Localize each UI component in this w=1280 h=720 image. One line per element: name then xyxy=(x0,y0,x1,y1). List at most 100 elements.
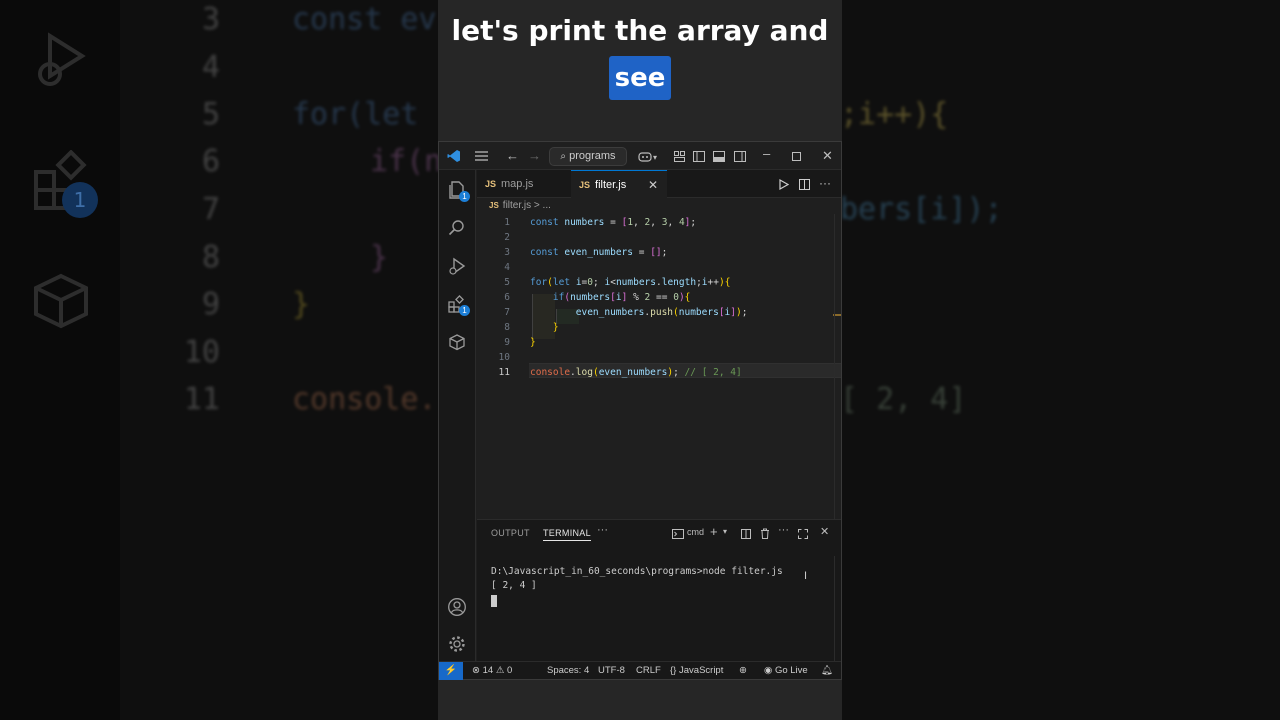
language-label: JavaScript xyxy=(679,665,724,676)
line-number: 3 xyxy=(504,247,510,258)
trash-icon[interactable] xyxy=(760,528,770,539)
editor-tabs: JS map.js JS filter.js ✕ ··· xyxy=(477,170,841,198)
error-count: 14 xyxy=(482,665,494,676)
split-editor-icon[interactable] xyxy=(799,179,810,190)
warning-icon: ⚠ xyxy=(495,665,505,676)
background-line-number: 7 xyxy=(201,192,220,227)
terminal-dropdown-icon[interactable]: ▾ xyxy=(723,527,727,536)
search-sidebar-icon[interactable] xyxy=(447,218,467,238)
package-icon[interactable] xyxy=(447,332,467,352)
toggle-sidebar-icon[interactable] xyxy=(693,151,705,162)
terminal-scrollbar[interactable] xyxy=(834,556,841,662)
code-editor[interactable]: 1 2 3 4 5 6 7 8 9 10 11 const numbers = … xyxy=(477,214,841,519)
more-actions-icon[interactable]: ··· xyxy=(819,176,831,190)
panel-actions-icon[interactable]: ··· xyxy=(778,524,789,536)
go-live-button[interactable]: ◉ Go Live xyxy=(764,662,808,679)
explorer-icon[interactable]: 1 xyxy=(447,180,470,202)
js-file-icon: JS xyxy=(579,180,591,190)
gear-icon[interactable] xyxy=(447,634,467,654)
layout-custom-icon[interactable] xyxy=(674,151,685,162)
command-center-search[interactable]: ⌕ programs xyxy=(549,147,627,166)
status-bar: ⚡ ⊗ 14 ⚠ 0 Spaces: 4 UTF-8 CRLF {} JavaS… xyxy=(439,661,841,680)
remote-icon[interactable]: ⚡ xyxy=(439,662,463,680)
close-window-icon[interactable]: ✕ xyxy=(822,148,833,164)
background-line-number: 4 xyxy=(201,50,220,85)
close-panel-icon[interactable]: ✕ xyxy=(820,525,829,538)
new-terminal-icon[interactable]: + xyxy=(710,524,718,539)
forward-arrow-icon[interactable]: → xyxy=(528,148,541,164)
text-cursor-icon: I xyxy=(804,570,808,582)
terminal-output-line: [ 2, 4 ] xyxy=(491,580,537,591)
tab-map-js[interactable]: JS map.js xyxy=(477,170,571,198)
maximize-panel-icon[interactable] xyxy=(798,529,808,539)
back-arrow-icon[interactable]: ← xyxy=(506,148,519,164)
minimize-icon[interactable]: – xyxy=(763,146,770,162)
error-icon: ⊗ xyxy=(472,665,480,676)
line-number: 10 xyxy=(498,352,510,363)
warning-count: 0 xyxy=(507,665,513,676)
background-line-number: 9 xyxy=(201,287,220,322)
caption-line-1: let's print the array and xyxy=(451,14,829,47)
background-code-line: if(n xyxy=(370,144,443,179)
tab-filter-js[interactable]: JS filter.js ✕ xyxy=(571,170,667,198)
background-code-line: console. xyxy=(292,382,437,417)
panel-more-icon[interactable]: ··· xyxy=(597,524,608,536)
editor-scrollbar[interactable] xyxy=(834,214,841,519)
copilot-status-icon[interactable]: ⊕ xyxy=(739,662,747,679)
line-number: 1 xyxy=(504,217,510,228)
problems-indicator[interactable]: ⊗ 14 ⚠ 0 xyxy=(472,662,512,679)
line-number: 9 xyxy=(504,337,510,348)
code-line: } xyxy=(530,337,536,348)
extensions-badge: 1 xyxy=(459,305,470,316)
account-icon[interactable] xyxy=(447,597,467,617)
background-line-number: 8 xyxy=(201,240,220,275)
split-terminal-icon[interactable] xyxy=(741,529,751,539)
menu-icon[interactable] xyxy=(475,151,488,161)
broadcast-icon: ◉ xyxy=(764,665,773,676)
extensions-icon[interactable]: 1 xyxy=(447,294,470,316)
background-code-line: ;i++){ xyxy=(840,97,949,132)
breadcrumb-more: > ... xyxy=(531,200,551,211)
terminal-icon xyxy=(672,529,684,539)
background-code-line: } xyxy=(292,287,311,322)
code-line: console.log(even_numbers); // [ 2, 4] xyxy=(530,367,742,378)
toggle-panel-icon[interactable] xyxy=(713,151,725,162)
line-number: 6 xyxy=(504,292,510,303)
background-code-line: bers[i]); xyxy=(840,192,1003,227)
vscode-logo-icon xyxy=(447,150,460,162)
close-tab-icon[interactable]: ✕ xyxy=(648,171,658,199)
background-code-line: } xyxy=(370,240,389,275)
background-badge: 1 xyxy=(62,182,98,218)
terminal-panel: OUTPUT TERMINAL ··· cmd + ▾ ··· ✕ D:\Jav… xyxy=(477,519,841,662)
code-line: if(numbers[i] % 2 == 0){ xyxy=(552,292,691,303)
code-line: even_numbers.push(numbers[i]); xyxy=(575,307,748,318)
line-number: 7 xyxy=(504,307,510,318)
encoding-status[interactable]: UTF-8 xyxy=(598,662,625,679)
line-number: 11 xyxy=(498,367,510,378)
indentation-status[interactable]: Spaces: 4 xyxy=(547,662,589,679)
line-number: 4 xyxy=(504,262,510,273)
background-line-number: 5 xyxy=(201,97,220,132)
breadcrumb-file: filter.js xyxy=(502,200,532,211)
breadcrumb[interactable]: JS filter.js > ... xyxy=(489,199,551,213)
shell-name: cmd xyxy=(687,527,705,537)
copilot-icon[interactable] xyxy=(638,150,652,162)
code-line: const numbers = [1, 2, 3, 4]; xyxy=(530,217,697,228)
code-line: const even_numbers = []; xyxy=(530,247,668,258)
language-mode[interactable]: {} JavaScript xyxy=(670,662,723,679)
tab-terminal[interactable]: TERMINAL xyxy=(543,528,591,541)
eol-status[interactable]: CRLF xyxy=(636,662,661,679)
run-debug-icon[interactable] xyxy=(447,256,467,276)
search-icon: ⌕ xyxy=(560,151,567,162)
background-activity-bar: 1 xyxy=(0,0,120,720)
line-number: 8 xyxy=(504,322,510,333)
explorer-badge: 1 xyxy=(459,191,470,202)
tab-output[interactable]: OUTPUT xyxy=(491,528,530,538)
js-file-icon: JS xyxy=(485,179,497,189)
background-line-number: 11 xyxy=(183,382,220,417)
maximize-icon[interactable] xyxy=(792,152,801,161)
run-icon[interactable] xyxy=(779,179,789,190)
copilot-dropdown-icon[interactable]: ▾ xyxy=(653,150,657,166)
toggle-secondary-sidebar-icon[interactable] xyxy=(734,151,746,162)
notifications-bell-icon[interactable]: 🔔︎ xyxy=(821,662,833,679)
